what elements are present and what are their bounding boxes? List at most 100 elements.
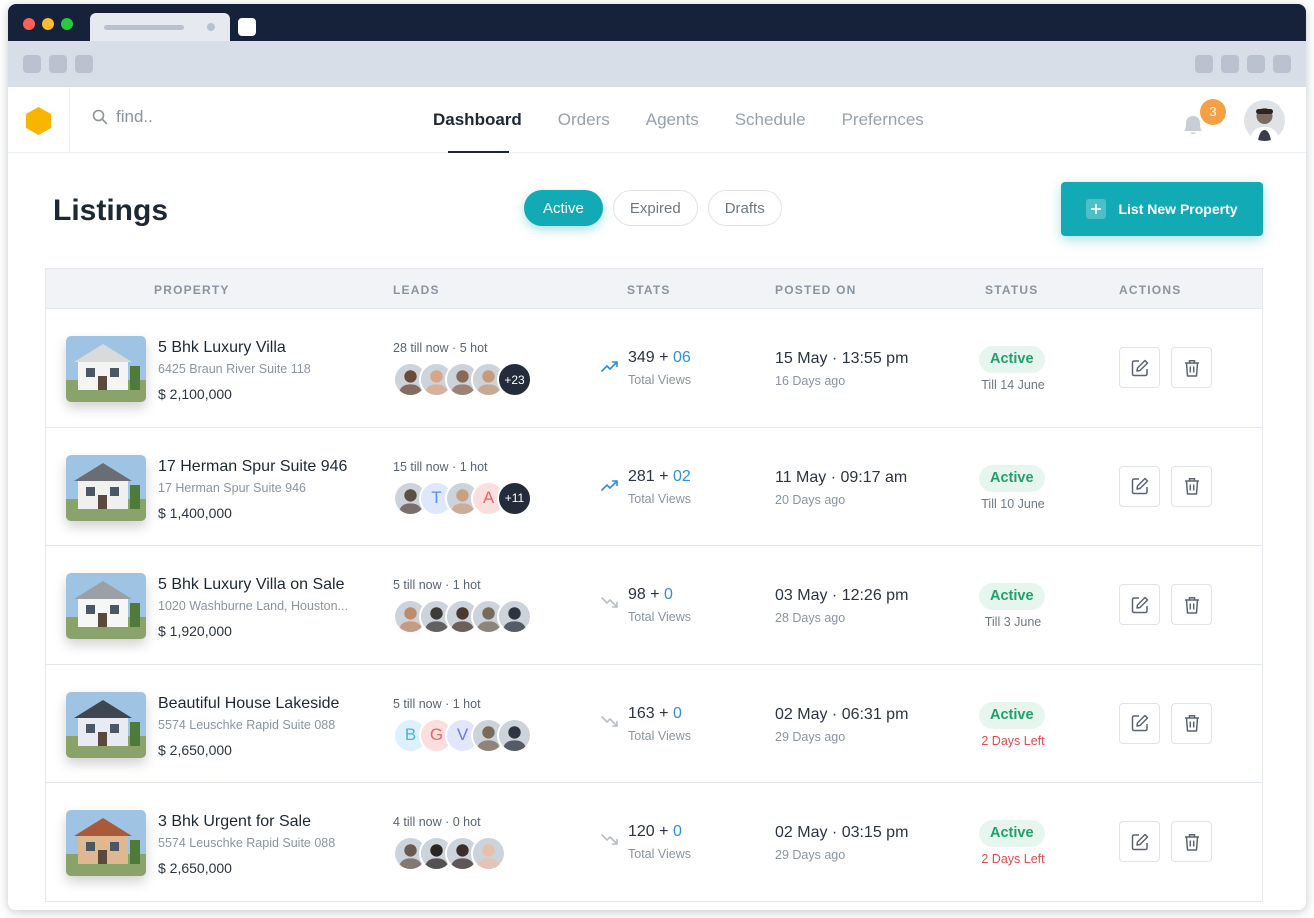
nav-tab-schedule[interactable]: Schedule	[735, 87, 806, 153]
extension-button[interactable]	[1221, 55, 1239, 73]
status-badge: Active	[979, 346, 1045, 373]
views-value: 281	[628, 467, 655, 485]
views-increment: 0	[672, 823, 682, 841]
table-row[interactable]: 3 Bhk Urgent for Sale 5574 Leuschke Rapi…	[46, 783, 1262, 902]
browser-menu-button[interactable]	[1273, 55, 1291, 73]
nav-tab-prefernces[interactable]: Prefernces	[842, 87, 924, 153]
back-button[interactable]	[23, 55, 41, 73]
total-views-label: Total Views	[628, 728, 691, 743]
status-badge: Active	[979, 701, 1045, 729]
leads-avatar-group[interactable]: +23	[393, 362, 532, 397]
delete-button[interactable]	[1171, 465, 1212, 507]
edit-button[interactable]	[1119, 347, 1160, 388]
table-row[interactable]: Beautiful House Lakeside 5574 Leuschke R…	[46, 665, 1262, 784]
status-badge: Active	[979, 583, 1045, 611]
nav-tab-agents[interactable]: Agents	[646, 87, 699, 153]
leads-avatar-group[interactable]	[393, 836, 506, 872]
trash-icon	[1184, 359, 1199, 377]
posted-ago: 20 Days ago	[775, 492, 846, 507]
property-name[interactable]: 5 Bhk Luxury Villa	[158, 339, 286, 357]
property-thumbnail[interactable]	[66, 810, 146, 877]
property-address: 1020 Washburne Land, Houston...	[158, 599, 348, 614]
nav-tab-orders[interactable]: Orders	[558, 87, 610, 153]
column-header-leads[interactable]: LEADS	[393, 283, 440, 297]
extension-button[interactable]	[1247, 55, 1265, 73]
status-expiry: Till 3 June	[984, 615, 1042, 630]
table-row[interactable]: 17 Herman Spur Suite 946 17 Herman Spur …	[46, 428, 1262, 547]
filter-active[interactable]: Active	[524, 190, 603, 226]
plus-icon	[1086, 199, 1107, 219]
leads-summary: 5 till now · 1 hot	[393, 696, 481, 711]
table-header: PROPERTY LEADS STATS POSTED ON STATUS AC…	[46, 269, 1262, 309]
tab-title-placeholder	[104, 25, 184, 30]
table-row[interactable]: 5 Bhk Luxury Villa 6425 Braun River Suit…	[46, 309, 1262, 428]
maximize-window-button[interactable]	[61, 18, 73, 30]
browser-tab[interactable]	[90, 13, 230, 41]
edit-button[interactable]	[1119, 465, 1160, 507]
edit-icon	[1131, 477, 1148, 495]
leads-summary: 28 till now · 5 hot	[393, 341, 488, 355]
hexagon-logo-icon[interactable]	[26, 107, 51, 135]
property-thumbnail[interactable]	[66, 336, 146, 402]
property-name[interactable]: 3 Bhk Urgent for Sale	[158, 813, 311, 831]
delete-button[interactable]	[1171, 347, 1212, 388]
status-filter-group: Active Expired Drafts	[524, 190, 782, 226]
edit-button[interactable]	[1119, 584, 1160, 626]
list-new-property-button[interactable]: List New Property	[1061, 182, 1263, 236]
status-expiry: Till 10 June	[981, 496, 1045, 511]
browser-toolbar	[8, 41, 1306, 87]
edit-button[interactable]	[1119, 702, 1160, 744]
property-name[interactable]: 17 Herman Spur Suite 946	[158, 458, 347, 476]
page-title: Listings	[53, 194, 169, 227]
delete-button[interactable]	[1171, 821, 1212, 863]
column-header-stats[interactable]: STATS	[627, 283, 671, 297]
tab-close-icon[interactable]	[207, 23, 215, 31]
trend-up-icon	[601, 478, 619, 496]
search-input[interactable]	[116, 107, 296, 127]
property-price: $ 2,100,000	[158, 386, 232, 402]
posted-ago: 29 Days ago	[775, 848, 846, 863]
trash-icon	[1184, 833, 1199, 851]
posted-on-datetime: 03 May · 12:26 pm	[775, 587, 909, 605]
column-header-posted-on[interactable]: POSTED ON	[775, 283, 856, 297]
posted-ago: 16 Days ago	[775, 374, 846, 388]
delete-button[interactable]	[1171, 702, 1212, 744]
extension-button[interactable]	[1195, 55, 1213, 73]
property-thumbnail[interactable]	[66, 691, 146, 758]
posted-on-datetime: 02 May · 03:15 pm	[775, 824, 909, 842]
views-value: 163	[628, 704, 655, 722]
leads-avatar-group[interactable]: T A +11	[393, 480, 532, 516]
forward-button[interactable]	[49, 55, 67, 73]
minimize-window-button[interactable]	[42, 18, 54, 30]
house-photo	[66, 691, 146, 758]
new-tab-button[interactable]	[238, 18, 256, 36]
total-views-label: Total Views	[628, 373, 691, 387]
table-row[interactable]: 5 Bhk Luxury Villa on Sale 1020 Washburn…	[46, 546, 1262, 665]
views-value: 349	[628, 349, 655, 366]
property-name[interactable]: Beautiful House Lakeside	[158, 695, 339, 713]
user-avatar[interactable]	[1244, 100, 1285, 141]
delete-button[interactable]	[1171, 584, 1212, 626]
edit-button[interactable]	[1119, 821, 1160, 863]
more-leads-count[interactable]: +11	[497, 480, 532, 516]
total-views-label: Total Views	[628, 847, 691, 862]
lead-avatar[interactable]	[497, 599, 532, 635]
browser-titlebar	[8, 4, 1306, 41]
nav-tab-dashboard[interactable]: Dashboard	[433, 87, 522, 153]
property-thumbnail[interactable]	[66, 454, 146, 521]
leads-avatar-group[interactable]: BGV	[393, 717, 532, 753]
reload-button[interactable]	[75, 55, 93, 73]
property-thumbnail[interactable]	[66, 573, 146, 640]
close-window-button[interactable]	[23, 18, 35, 30]
leads-avatar-group[interactable]	[393, 599, 532, 635]
filter-drafts[interactable]: Drafts	[707, 190, 782, 226]
column-header-property[interactable]: PROPERTY	[154, 283, 230, 297]
property-name[interactable]: 5 Bhk Luxury Villa on Sale	[158, 576, 344, 594]
column-header-status[interactable]: STATUS	[985, 283, 1038, 297]
filter-expired[interactable]: Expired	[612, 190, 698, 226]
trend-up-icon	[601, 359, 619, 377]
house-photo	[66, 810, 146, 877]
more-leads-count[interactable]: +23	[497, 362, 532, 397]
lead-avatar[interactable]	[497, 717, 532, 753]
lead-avatar[interactable]	[471, 836, 506, 872]
